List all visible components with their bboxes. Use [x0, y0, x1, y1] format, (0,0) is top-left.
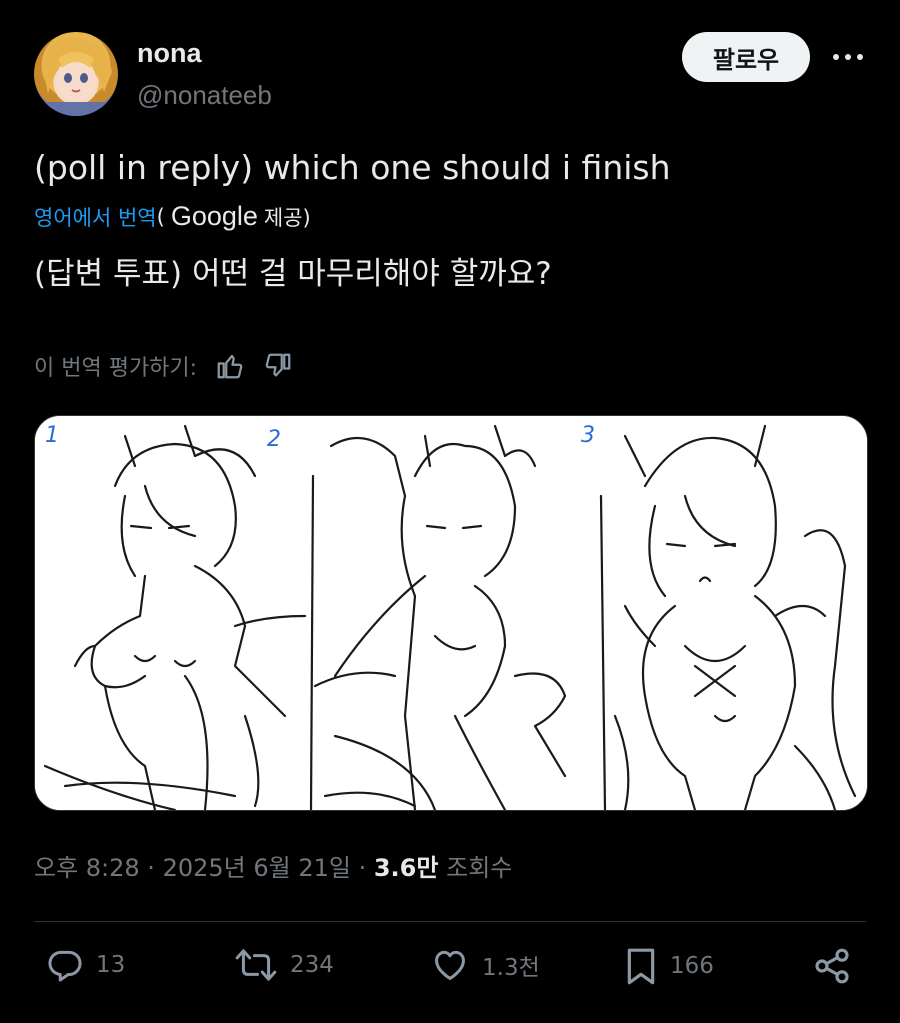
thumbs-down-icon — [265, 353, 291, 377]
translation-attribution: 영어에서 번역 ( Google 제공) — [34, 201, 311, 232]
author-name[interactable]: nona — [137, 38, 202, 69]
thumbs-down-button[interactable] — [263, 351, 293, 381]
repost-button[interactable]: 234 — [234, 946, 334, 984]
sketch-illustration: 1 2 3 — [35, 416, 867, 810]
translated-from-link[interactable]: 영어에서 번역 — [34, 202, 157, 232]
view-count: 3.6만 — [373, 854, 439, 882]
author-handle[interactable]: @nonateeb — [137, 80, 272, 111]
provided-by-label: 제공) — [263, 205, 311, 230]
view-count-label: 조회수 — [446, 854, 513, 882]
bookmark-button[interactable]: 166 — [624, 946, 714, 986]
post-meta: 오후 8:28 · 2025년 6월 21일 · 3.6만 조회수 — [34, 848, 512, 883]
share-icon — [815, 948, 849, 984]
action-bar: 13 234 1.3천 166 — [34, 946, 866, 1000]
thumbs-up-button[interactable] — [215, 351, 245, 381]
post-timestamp[interactable]: 오후 8:28 · 2025년 6월 21일 · — [34, 854, 366, 882]
avatar-image — [42, 37, 112, 116]
panel-number-2: 2 — [267, 427, 281, 452]
post-image[interactable]: 1 2 3 — [34, 415, 868, 811]
panel-number-1: 1 — [45, 423, 59, 448]
follow-button[interactable]: 팔로우 — [682, 32, 810, 82]
bookmark-count: 166 — [670, 953, 714, 979]
repost-count: 234 — [290, 952, 334, 978]
divider — [34, 921, 866, 922]
reply-count: 13 — [96, 952, 126, 978]
more-dots-icon — [833, 54, 863, 60]
google-logo: Google — [170, 201, 258, 231]
heart-icon — [435, 950, 465, 980]
more-button[interactable] — [828, 42, 868, 72]
post-header: nona @nonateeb 팔로우 — [34, 32, 868, 118]
like-count: 1.3천 — [482, 955, 540, 981]
post-text: (poll in reply) which one should i finis… — [34, 148, 671, 187]
reply-icon — [48, 950, 82, 982]
bookmark-icon — [627, 948, 655, 985]
like-button[interactable]: 1.3천 — [430, 946, 540, 984]
rate-translation-label: 이 번역 평가하기: — [34, 356, 198, 381]
repost-icon — [235, 949, 277, 981]
rate-translation: 이 번역 평가하기: — [34, 350, 293, 382]
paren-open: ( — [156, 204, 165, 229]
reply-button[interactable]: 13 — [46, 946, 125, 984]
share-button[interactable] — [812, 946, 852, 986]
translated-text: (답변 투표) 어떤 걸 마무리해야 할까요? — [34, 256, 552, 292]
avatar[interactable] — [34, 32, 118, 116]
panel-number-3: 3 — [581, 423, 595, 448]
thumbs-up-icon — [217, 354, 243, 379]
